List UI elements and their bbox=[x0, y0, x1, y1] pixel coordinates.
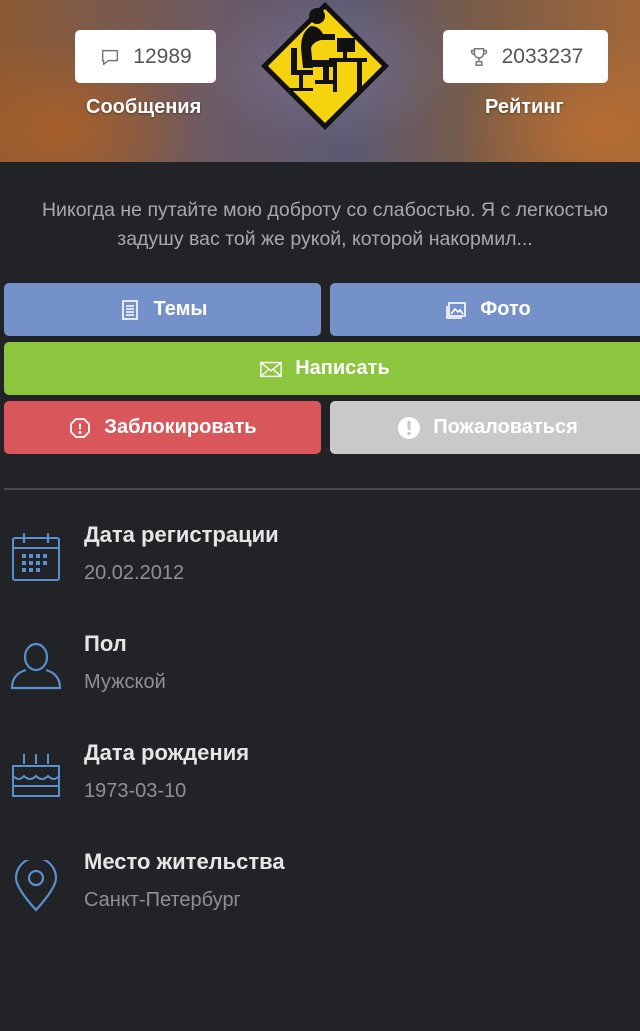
gender-value: Мужской bbox=[84, 671, 166, 693]
quote-line-1: Никогда не путайте мою доброту со слабос… bbox=[41, 199, 609, 221]
photo-button[interactable]: Фото bbox=[330, 283, 640, 336]
exclamation-circle-icon bbox=[398, 416, 421, 439]
speech-bubble-icon bbox=[102, 49, 119, 65]
birthday-cake-icon bbox=[12, 754, 60, 797]
rating-count-box[interactable]: 2033237 bbox=[443, 30, 608, 83]
rating-label: Рейтинг bbox=[485, 96, 564, 118]
gender-title: Пол bbox=[84, 631, 127, 656]
photo-label: Фото bbox=[480, 298, 531, 320]
quote-line-2: задушу вас той же рукой, которой накорми… bbox=[117, 228, 533, 250]
topics-button[interactable]: Темы bbox=[4, 283, 321, 336]
user-icon bbox=[10, 642, 62, 690]
avatar[interactable] bbox=[259, 0, 392, 130]
document-icon bbox=[121, 299, 138, 320]
block-user-button[interactable]: Заблокировать bbox=[4, 401, 321, 454]
profile-header: 12989 Сообщения 2033237 Рейтинг bbox=[0, 0, 640, 162]
section-divider bbox=[4, 488, 640, 490]
rating-count: 2033237 bbox=[501, 44, 584, 68]
residence-title: Место жительства bbox=[84, 849, 285, 874]
write-label: Написать bbox=[295, 357, 390, 379]
registration-date-value: 20.02.2012 bbox=[84, 562, 185, 584]
messages-count: 12989 bbox=[133, 44, 192, 68]
envelope-icon bbox=[260, 361, 283, 377]
write-message-button[interactable]: Написать bbox=[4, 342, 640, 395]
trophy-icon bbox=[470, 47, 487, 66]
messages-count-box[interactable]: 12989 bbox=[75, 30, 216, 83]
block-label: Заблокировать bbox=[104, 416, 257, 438]
calendar-icon bbox=[12, 533, 60, 581]
topics-label: Темы bbox=[153, 298, 208, 320]
birth-date-title: Дата рождения bbox=[84, 740, 250, 765]
birth-date-value: 1973-03-10 bbox=[84, 780, 187, 802]
residence-value: Санкт-Петербург bbox=[84, 889, 241, 911]
stop-octagon-icon bbox=[70, 417, 91, 438]
registration-date-title: Дата регистрации bbox=[84, 522, 279, 547]
location-pin-icon bbox=[14, 860, 58, 912]
person-at-computer-warning-sign-icon bbox=[261, 2, 389, 130]
messages-label: Сообщения bbox=[86, 96, 202, 118]
report-label: Пожаловаться bbox=[433, 416, 578, 438]
image-icon bbox=[446, 301, 467, 319]
report-user-button[interactable]: Пожаловаться bbox=[330, 401, 640, 454]
user-status-quote: Никогда не путайте мою доброту со слабос… bbox=[0, 196, 640, 254]
